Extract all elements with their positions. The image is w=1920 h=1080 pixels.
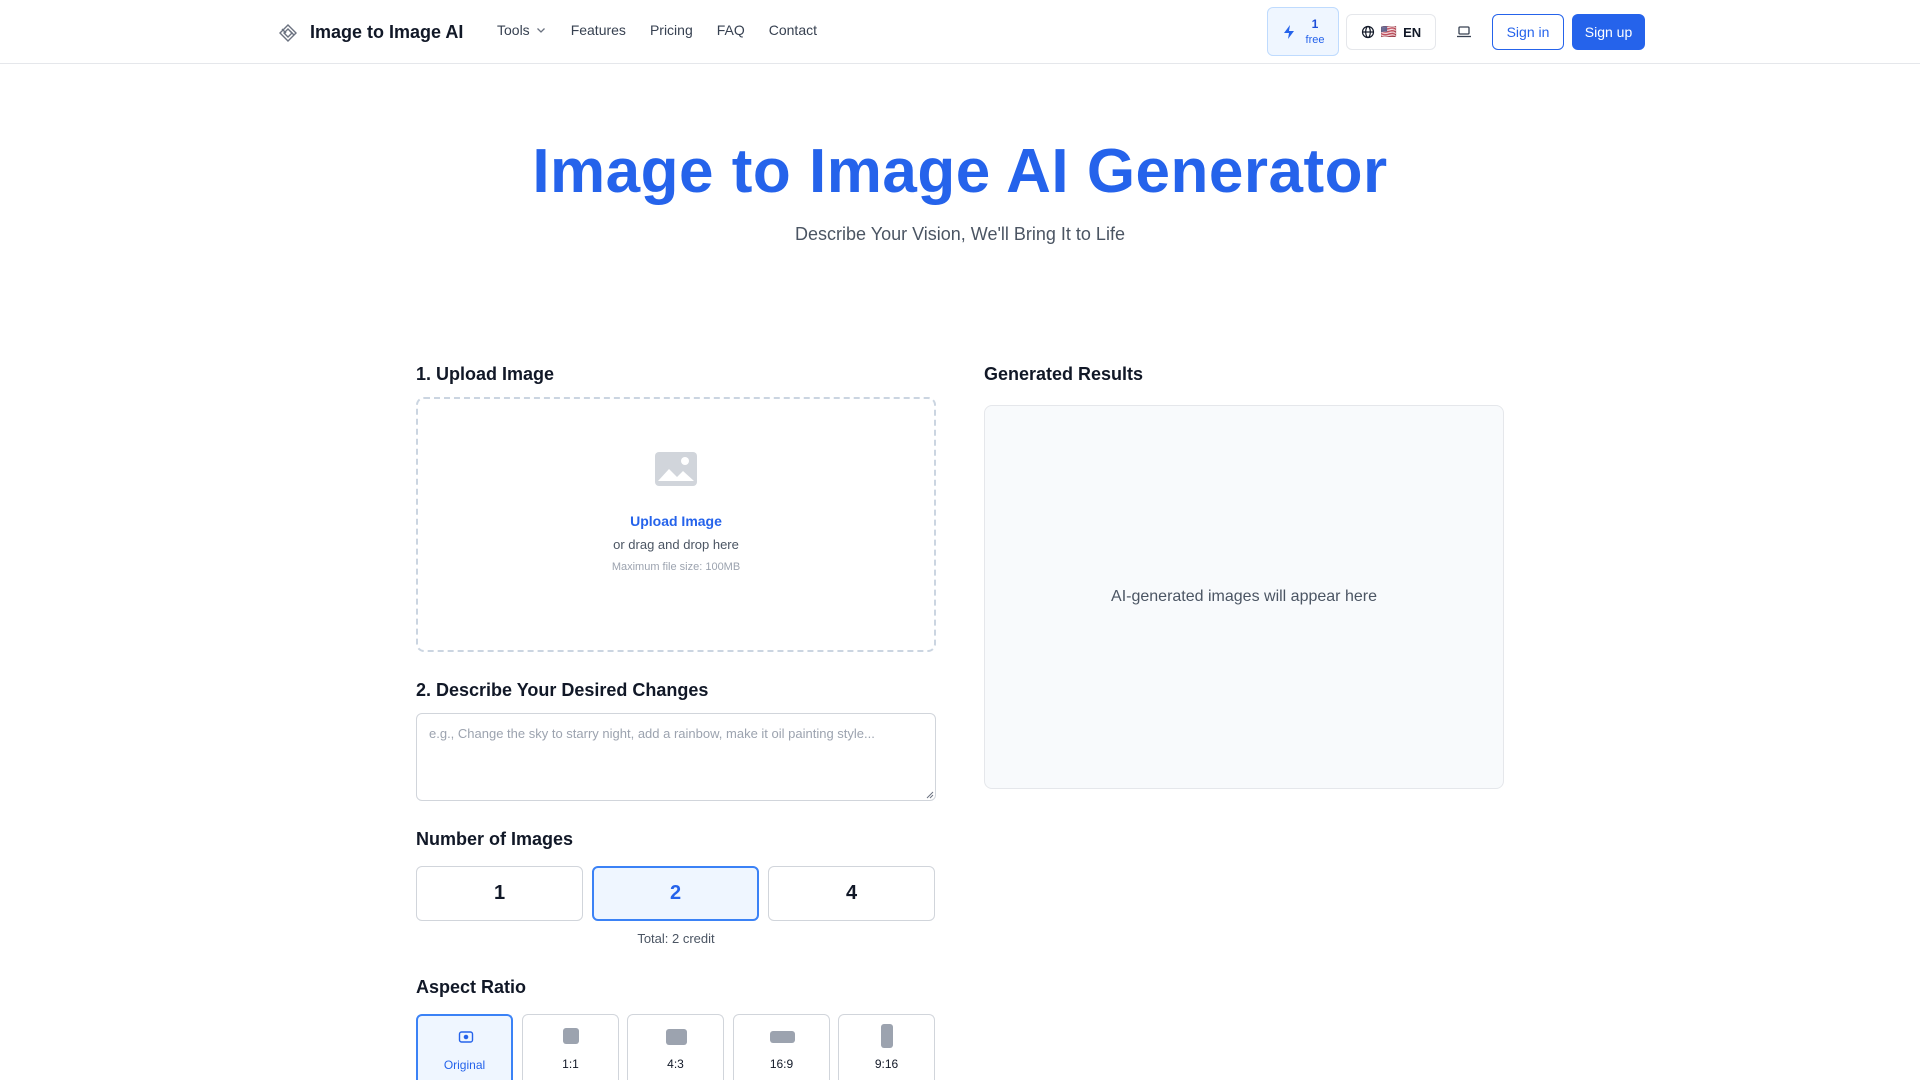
results-panel: AI-generated images will appear here [984,405,1504,789]
brand-logo-link[interactable]: Image to Image AI [276,20,463,44]
aspect-option-9-16[interactable]: 9:16 [838,1014,935,1080]
total-credit-text: Total: 2 credit [637,931,715,946]
credits-count: 1 [1311,16,1319,31]
aspect-label-16-9: 16:9 [769,1057,794,1071]
drag-drop-text: or drag and drop here [613,537,739,552]
sixteen-nine-ratio-icon [770,1031,795,1043]
four-three-ratio-icon [666,1029,687,1045]
flag-icon: 🇺🇸 [1380,24,1398,39]
upload-image-link[interactable]: Upload Image [418,513,934,529]
globe-icon [1361,25,1374,39]
sign-in-button[interactable]: Sign in [1492,14,1564,50]
generated-results-label: Generated Results [984,364,1144,384]
resize-handle-icon[interactable] [926,791,934,799]
sign-up-button[interactable]: Sign up [1572,14,1645,50]
results-empty-text: AI-generated images will appear here [1111,588,1377,605]
nav-tools[interactable]: Tools [497,22,547,38]
describe-section-label: 2. Describe Your Desired Changes [416,680,709,700]
aspect-label-4-3: 4:3 [667,1057,684,1071]
brand-logo-icon [276,20,300,44]
prompt-textarea[interactable] [416,713,936,801]
aspect-option-4-3[interactable]: 4:3 [627,1014,724,1080]
image-count-option-4[interactable]: 4 [768,866,935,921]
chevron-down-icon [536,28,545,33]
laptop-icon [1457,26,1471,38]
nav-faq[interactable]: FAQ [717,22,745,38]
page-title: Image to Image AI Generator [532,137,1388,206]
top-navbar: Image to Image AI Tools Features Pricing… [0,0,1920,64]
nav-tools-label: Tools [497,22,530,38]
aspect-label-1-1: 1:1 [562,1057,579,1071]
language-selector[interactable]: 🇺🇸 EN [1346,14,1436,50]
aspect-label-original: Original [443,1058,486,1072]
image-placeholder-icon [655,452,697,486]
nav-features[interactable]: Features [571,22,626,38]
upload-dropzone[interactable]: Upload Image or drag and drop here Maxim… [416,397,936,652]
max-file-size-text: Maximum file size: 100MB [611,561,741,573]
credits-label: free [1305,33,1325,46]
nav-pricing[interactable]: Pricing [650,22,693,38]
aspect-option-1-1[interactable]: 1:1 [522,1014,619,1080]
aspect-label-9-16: 9:16 [874,1057,899,1071]
page-subtitle: Describe Your Vision, We'll Bring It to … [795,224,1125,244]
square-ratio-icon [563,1028,579,1044]
language-code: EN [1403,24,1422,40]
number-of-images-label: Number of Images [416,829,574,849]
image-count-option-1[interactable]: 1 [416,866,583,921]
main-nav: Tools Features Pricing FAQ Contact [497,22,817,38]
credits-badge[interactable]: 1 free [1267,7,1339,56]
aspect-option-16-9[interactable]: 16:9 [733,1014,830,1080]
upload-section-label: 1. Upload Image [416,364,555,384]
brand-name: Image to Image AI [310,21,464,42]
nine-sixteen-ratio-icon [881,1024,893,1048]
aspect-ratio-label: Aspect Ratio [416,977,527,997]
aspect-option-original[interactable]: Original [416,1014,513,1080]
image-count-option-2[interactable]: 2 [592,866,759,921]
original-ratio-icon [458,1031,474,1043]
theme-toggle-button[interactable] [1451,20,1477,44]
nav-contact[interactable]: Contact [769,22,817,38]
bolt-icon [1283,24,1294,39]
